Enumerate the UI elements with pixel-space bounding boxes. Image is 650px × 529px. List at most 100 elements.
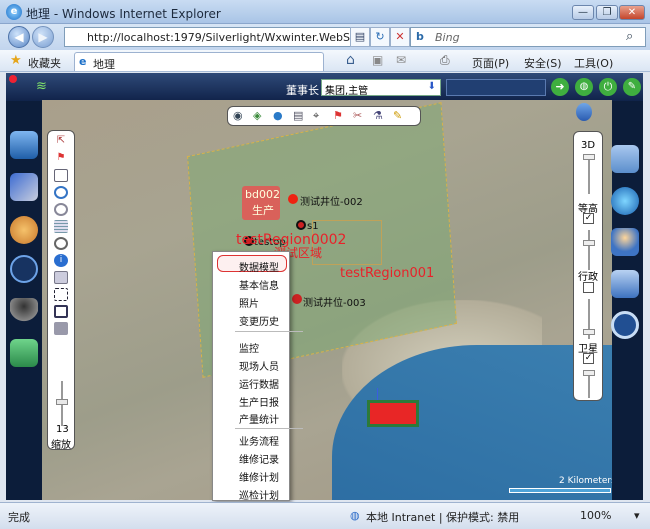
tab-active[interactable]: e 地理 [74, 52, 324, 71]
globe-icon[interactable]: ● [273, 109, 283, 122]
eye-icon[interactable]: ◉ [233, 109, 243, 122]
pencil-icon[interactable]: ✎ [393, 109, 402, 122]
url-input[interactable]: http://localhost:1979/Silverlight/Wxwint… [64, 27, 360, 47]
menu-item-inspection-plan[interactable]: 巡检计划 [235, 484, 307, 502]
satellite-slider[interactable] [583, 370, 595, 398]
well-marker[interactable] [288, 194, 298, 204]
go-icon[interactable]: ➜ [551, 78, 569, 96]
binoculars-icon[interactable]: ⌖ [313, 109, 319, 123]
menu-item-repair-plan[interactable]: 维修计划 [235, 466, 307, 484]
close-button[interactable]: ✕ [619, 5, 645, 20]
screen-icon[interactable] [54, 169, 68, 182]
3d-slider[interactable] [583, 154, 595, 194]
users-icon[interactable] [10, 298, 38, 326]
page-menu[interactable]: 页面(P) [472, 55, 509, 71]
palette-icon[interactable] [10, 216, 38, 244]
ie-tab-icon: e [79, 55, 87, 68]
layers-icon[interactable]: ◈ [253, 109, 261, 122]
monitor-icon[interactable] [10, 131, 38, 159]
tools-menu[interactable]: 工具(O) [574, 55, 613, 71]
menu-item-repair-records[interactable]: 维修记录 [235, 448, 307, 466]
contour-checkbox[interactable]: ✓ [583, 213, 594, 224]
flag-icon[interactable]: ⚑ [54, 152, 68, 165]
zoom-label: 缩放 [51, 440, 71, 451]
favorites-bar: ★ 收藏夹 e 地理 ⌂ ▣ ✉ ⎙ 页面(P) 安全(S) 工具(O) [0, 50, 650, 72]
gamepad-icon[interactable] [54, 237, 68, 250]
menu-item-output-stats[interactable]: 产量统计 [235, 408, 307, 426]
document-icon[interactable]: ▤ [293, 109, 303, 122]
minimize-button[interactable]: — [572, 5, 594, 20]
grid-icon[interactable] [54, 220, 68, 233]
download-icon[interactable] [10, 339, 38, 367]
contour-slider[interactable] [583, 230, 595, 270]
calendar-icon[interactable] [611, 145, 639, 173]
table-icon[interactable] [54, 271, 68, 284]
menu-item-change-history[interactable]: 变更历史 [235, 310, 307, 328]
favorites-button[interactable]: 收藏夹 [28, 55, 61, 71]
close-app-icon[interactable] [9, 75, 17, 83]
stop-icon[interactable]: ✕ [390, 27, 410, 47]
well-label: s1 [307, 221, 319, 232]
well-marker[interactable] [296, 220, 306, 230]
zoom-slider[interactable] [56, 381, 68, 426]
scale-bar [509, 488, 611, 493]
menu-item-daily-report[interactable]: 生产日报 [235, 391, 307, 409]
menu-item-photos[interactable]: 照片 [235, 292, 307, 310]
3d-label: 3D [581, 140, 596, 151]
earth-icon[interactable] [611, 187, 639, 215]
device-box[interactable] [367, 400, 419, 427]
flag-icon[interactable]: ⚑ [333, 109, 343, 122]
feeds-icon[interactable]: ▣ [372, 53, 383, 67]
safety-menu[interactable]: 安全(S) [524, 55, 562, 71]
role-select[interactable]: 集团,主管 ⬇ [321, 79, 441, 97]
search-icon[interactable]: ⌕ [626, 29, 633, 44]
back-arrow-icon[interactable]: ◀ [8, 26, 30, 48]
person-marker-icon[interactable] [576, 103, 592, 121]
fit-icon[interactable] [54, 305, 68, 318]
globe-button-icon[interactable]: ◍ [575, 78, 593, 96]
building-icon[interactable] [611, 270, 639, 298]
tab-label: 地理 [93, 58, 115, 71]
role-value: 集团,主管 [325, 86, 369, 97]
refresh-icon[interactable]: ↻ [370, 27, 390, 47]
restore-button[interactable]: ❐ [596, 5, 618, 20]
menu-item-workflow[interactable]: 业务流程 [235, 430, 307, 448]
brush-icon[interactable] [10, 173, 38, 201]
magnifier-icon[interactable] [611, 311, 639, 339]
map-toolbar: ◉ ◈ ● ▤ ⌖ ⚑ ✂ ⚗ ✎ [227, 106, 421, 126]
zoom-slider-thumb[interactable] [56, 399, 68, 405]
zoom-dropdown-icon[interactable]: ▾ [634, 509, 640, 522]
menu-item-onsite-staff[interactable]: 现场人员 [235, 355, 307, 373]
mail-icon[interactable]: ✉ [396, 53, 406, 67]
menu-item-data-model[interactable]: 数据模型 [235, 256, 307, 274]
chart-icon[interactable]: ⚗ [373, 109, 383, 122]
route-icon[interactable] [54, 288, 68, 301]
info-icon[interactable]: i [54, 254, 68, 267]
admin-slider[interactable] [583, 299, 595, 339]
bing-logo-icon: b [416, 30, 424, 43]
print-icon[interactable] [54, 322, 68, 335]
print-icon[interactable]: ⎙ [440, 53, 450, 68]
menu-item-run-data[interactable]: 运行数据 [235, 373, 307, 391]
map-canvas[interactable]: bd002 生产 测试井位-002 s1 testop 测试井位-003 tes… [42, 100, 612, 500]
zoom-in-icon[interactable] [54, 186, 68, 199]
menu-item-monitor[interactable]: 监控 [235, 337, 307, 355]
search-field[interactable] [446, 79, 546, 96]
search-input[interactable]: Bing [410, 27, 646, 47]
zoom-level[interactable]: 100% [580, 509, 611, 522]
satellite-checkbox[interactable]: ✓ [583, 353, 594, 364]
select-icon[interactable]: ⇱ [54, 135, 68, 148]
tools-icon[interactable]: ✂ [353, 109, 362, 122]
contacts-icon[interactable] [611, 228, 639, 256]
admin-checkbox[interactable] [583, 282, 594, 293]
compatibility-icon[interactable]: ▤ [350, 27, 370, 47]
menu-separator [235, 331, 303, 332]
zoom-target-icon[interactable] [10, 255, 38, 283]
home-icon[interactable]: ⌂ [346, 52, 355, 68]
window-title: 地理 - Windows Internet Explorer [26, 7, 221, 21]
target-icon[interactable] [54, 203, 68, 216]
edit-icon[interactable]: ✎ [623, 78, 641, 96]
menu-item-basic-info[interactable]: 基本信息 [235, 274, 307, 292]
forward-arrow-icon[interactable]: ▶ [32, 26, 54, 48]
power-icon[interactable]: ⏻ [599, 78, 617, 96]
